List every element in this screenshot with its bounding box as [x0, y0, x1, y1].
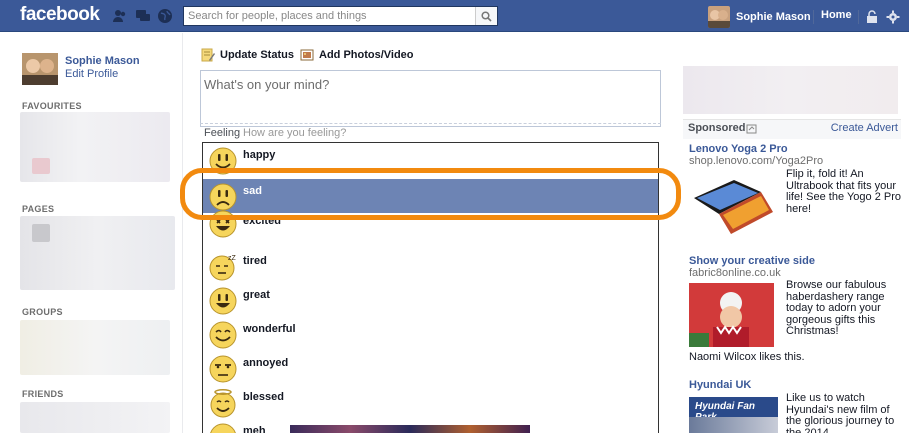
- feeling-option-annoyed[interactable]: annoyed: [203, 351, 658, 385]
- blessed-emoji-icon: [210, 389, 236, 418]
- nav-heading-favourites: FAVOURITES: [22, 101, 82, 111]
- top-profile-link[interactable]: Sophie Mason: [708, 6, 811, 28]
- home-link[interactable]: Home: [821, 9, 852, 21]
- feeling-option-label: wonderful: [243, 323, 296, 335]
- search-button[interactable]: [475, 7, 497, 25]
- feeling-option-sad[interactable]: sad: [203, 179, 658, 213]
- avatar: [708, 6, 730, 28]
- ad-title[interactable]: Hyundai UK: [689, 379, 751, 391]
- feeling-option-label: blessed: [243, 391, 284, 403]
- notifications-globe-icon[interactable]: [157, 8, 173, 24]
- meh-emoji-icon: [210, 423, 236, 433]
- create-advert-link[interactable]: Create Advert: [831, 122, 898, 134]
- tab-update-status[interactable]: Update Status: [201, 48, 294, 62]
- ad-title[interactable]: Lenovo Yoga 2 Pro: [689, 143, 788, 155]
- sad-emoji-icon: [209, 183, 237, 211]
- nav-heading-pages: PAGES: [22, 204, 55, 214]
- ad-description: Browse our fabulous haberdashery range t…: [786, 279, 887, 337]
- feeling-option-excited[interactable]: excited: [203, 210, 658, 247]
- search-input[interactable]: [184, 7, 474, 25]
- profile-picture[interactable]: [22, 53, 58, 85]
- blurred-friends: [20, 402, 170, 433]
- status-placeholder: What's on your mind?: [204, 77, 330, 92]
- ad-description: Flip it, fold it! An Ultrabook that fits…: [786, 168, 901, 215]
- feeling-option-label: happy: [243, 149, 276, 161]
- feeling-option-tired[interactable]: zZ tired: [203, 249, 658, 283]
- ad-title[interactable]: Show your creative side: [689, 255, 815, 267]
- top-user-name: Sophie Mason: [736, 11, 811, 23]
- ad-image[interactable]: [689, 168, 777, 238]
- blurred-right-widget: [683, 66, 898, 114]
- ad-url[interactable]: shop.lenovo.com/Yoga2Pro: [689, 155, 823, 167]
- excited-emoji-icon: [209, 210, 237, 238]
- tab-label: Update Status: [220, 49, 294, 61]
- feeling-option-wonderful[interactable]: wonderful: [203, 317, 658, 351]
- feeling-option-label: tired: [243, 255, 267, 267]
- ad-url[interactable]: fabric8online.co.uk: [689, 267, 781, 279]
- feeling-option-label: great: [243, 289, 270, 301]
- divider: [182, 33, 183, 433]
- nav-heading-friends: FRIENDS: [22, 389, 64, 399]
- blurred-icon: [32, 224, 50, 242]
- sidebar-user-name[interactable]: Sophie Mason: [65, 55, 140, 67]
- annoyed-emoji-icon: [209, 355, 237, 383]
- privacy-shortcuts-icon[interactable]: [865, 10, 879, 24]
- feeling-option-label: excited: [243, 215, 281, 227]
- feeling-option-happy[interactable]: happy: [203, 143, 658, 177]
- svg-text:zZ: zZ: [228, 255, 237, 262]
- ad-social-context: Naomi Wilcox likes this.: [689, 351, 805, 363]
- edit-profile-link[interactable]: Edit Profile: [65, 68, 118, 80]
- feeling-option-label: annoyed: [243, 357, 289, 369]
- ad-image-graphic: [689, 417, 778, 433]
- ad-image[interactable]: Hyundai Fan Park: [689, 397, 778, 433]
- feeling-option-label: sad: [243, 185, 262, 197]
- photo-icon: [300, 48, 314, 62]
- feed-photo: [290, 425, 530, 433]
- feeling-option-label: meh: [243, 425, 266, 433]
- search-icon: [481, 10, 492, 22]
- tab-label: Add Photos/Video: [319, 49, 414, 61]
- blurred-icon: [32, 158, 50, 174]
- blurred-groups: [20, 320, 170, 375]
- divider: [813, 10, 814, 24]
- ad-description: Like us to watch Hyundai's new film of t…: [786, 392, 895, 433]
- sponsored-label: Sponsored: [688, 122, 746, 134]
- feeling-option-blessed[interactable]: blessed: [203, 385, 658, 419]
- divider: [200, 123, 661, 124]
- facebook-logo[interactable]: facebook: [20, 4, 100, 26]
- ad-image[interactable]: [689, 283, 774, 347]
- ad-choices-icon[interactable]: [746, 123, 757, 134]
- tab-add-photos-video[interactable]: Add Photos/Video: [300, 48, 414, 62]
- wonderful-emoji-icon: [209, 321, 237, 349]
- great-emoji-icon: [209, 287, 237, 315]
- search-box: [183, 6, 498, 26]
- feeling-label: Feeling: [204, 127, 241, 139]
- top-bar: facebook Sophie Mason Home: [0, 0, 909, 32]
- feeling-option-great[interactable]: great: [203, 283, 658, 317]
- messages-icon[interactable]: [135, 8, 151, 24]
- feelings-dropdown: happy sad excited zZ tired great wonderf…: [202, 142, 659, 433]
- status-icon: [201, 48, 215, 62]
- gear-icon[interactable]: [886, 10, 900, 24]
- divider: [858, 10, 859, 24]
- friend-requests-icon[interactable]: [112, 8, 128, 24]
- facebook-page: facebook Sophie Mason Home: [0, 0, 909, 433]
- tired-emoji-icon: zZ: [209, 255, 237, 281]
- nav-heading-groups: GROUPS: [22, 307, 63, 317]
- feeling-input[interactable]: [243, 125, 543, 141]
- happy-emoji-icon: [209, 147, 237, 175]
